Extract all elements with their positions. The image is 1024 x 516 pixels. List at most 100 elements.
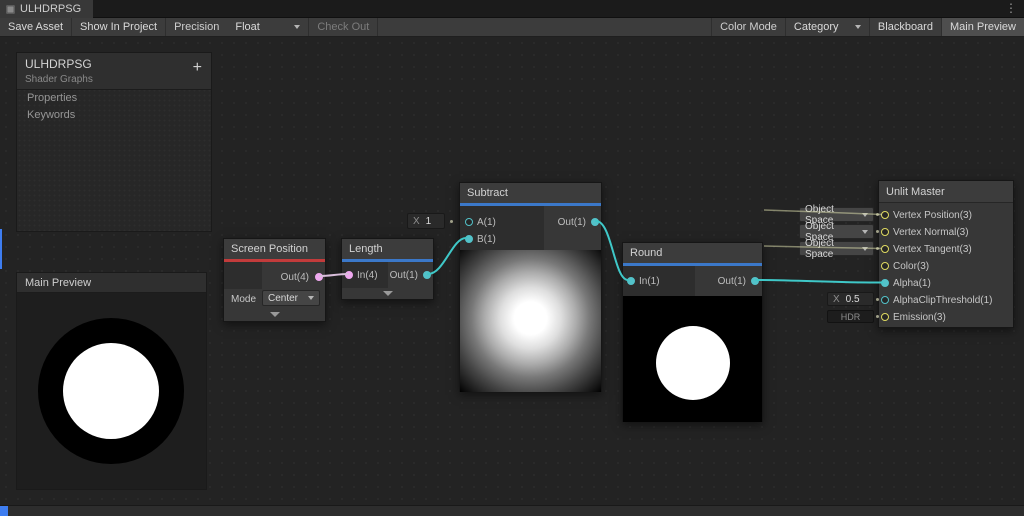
add-property-button[interactable]: +	[193, 60, 202, 76]
chevron-down-icon	[862, 212, 868, 217]
master-row-vertex-normal: Vertex Normal(3)	[879, 224, 1013, 241]
main-preview-header[interactable]: Main Preview	[17, 273, 206, 293]
kebab-menu-icon[interactable]: ⋮	[1005, 1, 1017, 15]
space-value: Object Space	[805, 237, 834, 260]
node-unlit-master[interactable]: Unlit Master Vertex Position(3) Vertex N…	[878, 180, 1014, 328]
blackboard-section-properties[interactable]: Properties	[17, 90, 211, 107]
node-title[interactable]: Screen Position	[224, 239, 325, 259]
emission-hdr-field[interactable]: HDR	[827, 310, 874, 323]
chevron-down-icon	[862, 246, 868, 251]
node-preview-gradient	[460, 250, 601, 392]
field-value: 0.5	[845, 293, 860, 305]
node-round[interactable]: Round In(1) Out(1)	[622, 242, 763, 422]
port-label: Vertex Position(3)	[893, 210, 972, 221]
tab-title: ULHDRPSG	[20, 3, 82, 15]
port-label: Emission(3)	[893, 312, 946, 323]
save-asset-button[interactable]: Save Asset	[0, 18, 73, 36]
node-title[interactable]: Round	[623, 243, 762, 263]
collapse-chevron-icon[interactable]	[382, 291, 393, 296]
preview-hole-shape	[63, 343, 159, 439]
chevron-down-icon	[854, 25, 861, 29]
out-port[interactable]	[423, 271, 431, 279]
show-in-project-button[interactable]: Show In Project	[72, 18, 167, 36]
vertex-tangent-port[interactable]	[881, 245, 889, 253]
port-label: Out(1)	[557, 217, 586, 228]
port-label: In(4)	[357, 270, 378, 281]
port-label: Vertex Normal(3)	[893, 227, 969, 238]
port-label: Out(1)	[717, 276, 746, 287]
input-column	[460, 206, 544, 250]
mode-label: Mode	[231, 294, 257, 305]
node-title[interactable]: Subtract	[460, 183, 601, 203]
b-port[interactable]	[465, 235, 473, 243]
subtract-a-value-field[interactable]: X 1	[407, 213, 445, 229]
preview-white-circle	[656, 326, 730, 400]
mode-dropdown[interactable]: Center	[262, 290, 320, 306]
blackboard-header[interactable]: ULHDRPSG Shader Graphs +	[17, 53, 211, 90]
bottom-bar	[0, 505, 1024, 516]
port-label: Vertex Tangent(3)	[893, 244, 972, 255]
port-connector-dot	[875, 247, 879, 250]
preview-ring-shape	[38, 318, 184, 464]
vertex-tangent-space-dropdown[interactable]: Object Space	[799, 238, 874, 260]
out-port[interactable]	[315, 273, 323, 281]
color-mode-label: Color Mode	[711, 18, 785, 36]
toolbar: Save Asset Show In Project Precision Flo…	[0, 18, 1024, 37]
out-port[interactable]	[591, 218, 599, 226]
chevron-down-icon	[308, 296, 314, 300]
blackboard-section-keywords[interactable]: Keywords	[17, 107, 211, 124]
check-out-button: Check Out	[309, 18, 379, 36]
precision-label: Precision	[174, 21, 220, 33]
alpha-clip-threshold-port[interactable]	[881, 296, 889, 304]
node-title[interactable]: Unlit Master	[879, 181, 1013, 203]
field-axis-label: X	[833, 293, 840, 305]
main-preview-toggle-button[interactable]: Main Preview	[940, 18, 1024, 36]
master-row-emission: Emission(3)	[879, 309, 1013, 326]
alpha-clip-threshold-field[interactable]: X 0.5	[827, 292, 874, 306]
shader-graph-window: ULHDRPSG ⋮ Save Asset Show In Project Pr…	[0, 0, 1024, 516]
blackboard-toggle-button[interactable]: Blackboard	[868, 18, 941, 36]
port-connector-dot	[875, 315, 879, 318]
a-port[interactable]	[465, 218, 473, 226]
emission-port[interactable]	[881, 313, 889, 321]
in-port[interactable]	[627, 277, 635, 285]
blackboard-panel: ULHDRPSG Shader Graphs + Properties Keyw…	[16, 52, 212, 232]
out-port[interactable]	[751, 277, 759, 285]
precision-dropdown[interactable]: Float	[227, 18, 310, 36]
main-preview-render	[17, 293, 206, 489]
port-label: A(1)	[477, 217, 496, 228]
color-mode-value: Category	[793, 21, 839, 33]
input-column	[224, 262, 262, 289]
node-screen-position[interactable]: Screen Position Out(4) Mode Center	[223, 238, 326, 322]
blackboard-title: ULHDRPSG	[25, 57, 92, 71]
master-row-vertex-tangent: Vertex Tangent(3)	[879, 241, 1013, 258]
master-row-vertex-position: Vertex Position(3)	[879, 207, 1013, 224]
collapse-chevron-icon[interactable]	[269, 312, 280, 317]
node-length[interactable]: Length In(4) Out(1)	[341, 238, 434, 300]
precision-value: Float	[235, 21, 260, 33]
vertex-position-port[interactable]	[881, 211, 889, 219]
port-connector-dot	[875, 298, 879, 301]
port-connector-dot	[875, 230, 879, 233]
port-label: AlphaClipThreshold(1)	[893, 295, 993, 306]
node-title[interactable]: Length	[342, 239, 433, 259]
port-label: Alpha(1)	[893, 278, 931, 289]
in-port[interactable]	[345, 271, 353, 279]
port-label: Out(1)	[389, 270, 418, 281]
toolbar-right-group: Color Mode Category Blackboard Main Prev…	[711, 18, 1024, 36]
alpha-port[interactable]	[881, 279, 889, 287]
vertex-normal-port[interactable]	[881, 228, 889, 236]
chevron-down-icon	[862, 229, 868, 234]
port-connector-dot	[875, 213, 879, 216]
node-subtract[interactable]: Subtract A(1) B(1) Out(1)	[459, 182, 602, 392]
shader-graph-asset-icon	[6, 4, 15, 14]
port-label: In(1)	[639, 276, 660, 287]
field-value: 1	[425, 215, 432, 227]
tab-bar: ULHDRPSG ⋮	[0, 0, 1024, 18]
color-mode-dropdown[interactable]: Category	[784, 18, 869, 36]
blackboard-subtitle: Shader Graphs	[25, 74, 93, 85]
port-label: B(1)	[477, 234, 496, 245]
color-port[interactable]	[881, 262, 889, 270]
mode-value: Center	[268, 292, 299, 304]
tab-ulhdrpsg[interactable]: ULHDRPSG	[0, 0, 94, 18]
